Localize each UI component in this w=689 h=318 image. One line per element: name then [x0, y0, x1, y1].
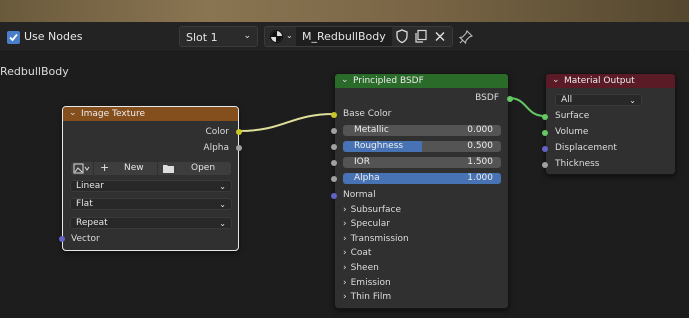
chevron-right-icon: › — [343, 248, 347, 258]
input-metallic-socket[interactable] — [331, 128, 337, 134]
chevron-down-icon: ⌄ — [219, 219, 226, 228]
input-normal-socket[interactable] — [331, 193, 337, 199]
input-roughness-socket[interactable] — [331, 144, 337, 150]
panel-subsurface[interactable]: › Subsurface — [343, 205, 401, 215]
chevron-right-icon: › — [343, 219, 347, 229]
panel-specular[interactable]: › Specular — [343, 219, 390, 229]
output-target-dropdown[interactable]: All ⌄ — [555, 94, 642, 106]
panel-emission[interactable]: › Emission — [343, 278, 391, 288]
chevron-right-icon: › — [343, 263, 347, 273]
thickness-label: Thickness — [555, 159, 600, 169]
roughness-field[interactable]: Roughness 0.500 — [343, 141, 501, 152]
collapse-chevron-icon[interactable]: ⌄ — [341, 75, 349, 85]
chevron-right-icon: › — [343, 205, 347, 215]
input-ior-socket[interactable] — [331, 160, 337, 166]
surface-label: Surface — [555, 111, 590, 121]
panel-sheen[interactable]: › Sheen — [343, 263, 379, 273]
ior-field[interactable]: IOR 1.500 — [343, 157, 501, 168]
principled-bsdf-node[interactable]: ⌄ Principled BSDF BSDF Base Color Metall… — [331, 73, 513, 309]
folder-icon — [163, 165, 174, 173]
volume-label: Volume — [555, 127, 589, 137]
metallic-field[interactable]: Metallic 0.000 — [343, 125, 501, 136]
normal-label: Normal — [343, 190, 376, 200]
projection-dropdown[interactable]: Flat ⌄ — [70, 198, 232, 210]
input-surface-socket[interactable] — [542, 114, 548, 120]
extension-dropdown[interactable]: Repeat ⌄ — [70, 217, 232, 229]
base-color-label: Base Color — [343, 109, 392, 119]
output-color-socket[interactable] — [236, 129, 242, 135]
image-texture-node[interactable]: ⌄ Image Texture Color Alpha + New Open L… — [59, 106, 242, 251]
output-color-label: Color — [205, 127, 230, 137]
alpha-field[interactable]: Alpha 1.000 — [343, 173, 501, 184]
collapse-chevron-icon[interactable]: ⌄ — [552, 75, 560, 85]
chevron-right-icon: › — [343, 292, 347, 302]
open-image-button[interactable]: Open — [158, 162, 231, 175]
output-alpha-socket[interactable] — [236, 145, 242, 151]
panel-transmission[interactable]: › Transmission — [343, 234, 409, 244]
material-output-node[interactable]: ⌄ Material Output All ⌄ Surface Volume Di… — [542, 73, 676, 175]
input-alpha-socket[interactable] — [331, 176, 337, 182]
chevron-down-icon: ⌄ — [629, 96, 636, 105]
collapse-chevron-icon[interactable]: ⌄ — [69, 108, 77, 118]
output-alpha-label: Alpha — [203, 143, 229, 153]
plus-icon: + — [100, 161, 110, 174]
new-image-button[interactable]: + New — [94, 162, 157, 175]
chevron-down-icon: ⌄ — [219, 200, 226, 209]
chevron-right-icon: › — [343, 234, 347, 244]
input-vector-socket[interactable] — [59, 236, 65, 242]
input-displacement-socket[interactable] — [542, 146, 548, 152]
node-header[interactable]: ⌄ Image Texture — [63, 107, 238, 121]
link-color-to-basecolor — [238, 113, 335, 132]
image-browse-button[interactable] — [71, 162, 93, 175]
input-vector-label: Vector — [71, 234, 100, 244]
output-bsdf-socket[interactable] — [507, 96, 513, 102]
node-header[interactable]: ⌄ Principled BSDF — [335, 74, 508, 88]
chevron-right-icon: › — [343, 278, 347, 288]
node-header[interactable]: ⌄ Material Output — [546, 74, 675, 88]
input-volume-socket[interactable] — [542, 130, 548, 136]
panel-thin-film[interactable]: › Thin Film — [343, 292, 391, 302]
input-base-color-socket[interactable] — [331, 112, 337, 118]
link-bsdf-to-surface — [508, 97, 546, 117]
output-bsdf-label: BSDF — [475, 93, 499, 103]
input-thickness-socket[interactable] — [542, 162, 548, 168]
panel-coat[interactable]: › Coat — [343, 248, 371, 258]
image-icon — [73, 163, 90, 174]
chevron-down-icon: ⌄ — [219, 182, 226, 191]
interpolation-dropdown[interactable]: Linear ⌄ — [70, 180, 232, 192]
displacement-label: Displacement — [555, 143, 617, 153]
